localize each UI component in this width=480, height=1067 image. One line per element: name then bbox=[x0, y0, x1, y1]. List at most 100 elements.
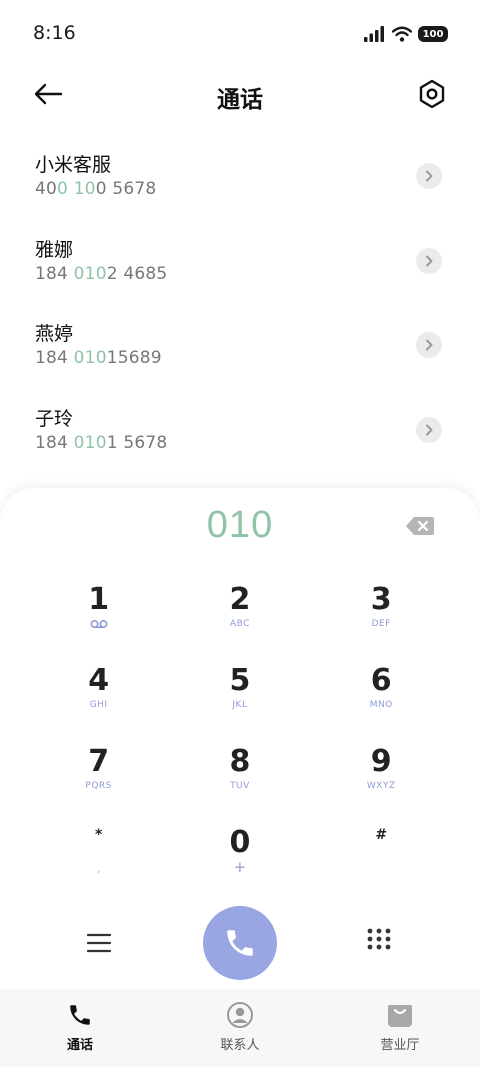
key-8[interactable]: 8 TUV bbox=[169, 738, 310, 819]
key-digit: 9 bbox=[370, 744, 392, 779]
voicemail-icon bbox=[28, 619, 169, 631]
key-letters: GHI bbox=[89, 700, 108, 710]
menu-button[interactable] bbox=[84, 928, 114, 958]
key-digit: 4 bbox=[88, 663, 110, 698]
key-letters: DEF bbox=[371, 619, 391, 629]
backspace-button[interactable] bbox=[404, 514, 436, 538]
number-segment: 2 4685 bbox=[106, 263, 168, 284]
bag-icon bbox=[388, 1005, 412, 1027]
key-4[interactable]: 4 GHI bbox=[28, 657, 169, 738]
key-digit: 3 bbox=[370, 582, 392, 617]
nav-label-contacts: 联系人 bbox=[220, 1038, 260, 1053]
contact-row[interactable]: 雅娜 184 0102 4685 bbox=[0, 218, 480, 303]
call-button[interactable] bbox=[203, 906, 277, 980]
dial-panel: 010 1 2 ABC 3 DEF 4 GHI 5 JKL 6 MNO 7 PQRS 8 TUV 9 WXYZ *… bbox=[0, 488, 480, 1067]
number-segment: 184 bbox=[35, 433, 74, 454]
chevron-right-icon bbox=[426, 424, 433, 436]
key-digit: 5 bbox=[229, 663, 251, 698]
status-icons: 100 bbox=[364, 24, 448, 44]
key-digit: 8 bbox=[229, 744, 251, 779]
dialpad-grid-icon bbox=[367, 928, 391, 955]
contact-detail-button[interactable] bbox=[416, 332, 442, 359]
chevron-right-icon bbox=[426, 170, 433, 182]
contact-list: 小米客服 400 100 5678 雅娜 184 0102 4685 燕婷 184 010… bbox=[0, 133, 480, 472]
phone-icon bbox=[227, 930, 253, 956]
status-bar: 8:16 100 bbox=[0, 0, 480, 66]
key-digit: 1 bbox=[88, 582, 110, 617]
settings-button[interactable] bbox=[416, 76, 448, 112]
contact-detail-button[interactable] bbox=[416, 247, 442, 274]
key-letters: TUV bbox=[230, 781, 250, 791]
contact-row[interactable]: 小米客服 400 100 5678 bbox=[0, 133, 480, 218]
contact-detail-button[interactable] bbox=[416, 163, 442, 189]
phone-icon bbox=[70, 1005, 90, 1025]
page-title: 通话 bbox=[217, 87, 263, 113]
key-hash[interactable]: # bbox=[311, 819, 452, 900]
contact-name: 子玲 bbox=[35, 408, 74, 431]
number-match-segment: 0 bbox=[57, 179, 69, 199]
key-5[interactable]: 5 JKL bbox=[169, 657, 310, 738]
contact-detail-button[interactable] bbox=[416, 417, 442, 444]
contact-number: 400 100 5678 bbox=[35, 179, 156, 199]
backspace-icon bbox=[406, 517, 434, 535]
key-sub-label: , bbox=[97, 865, 101, 875]
key-letters: ABC bbox=[229, 619, 250, 629]
nav-label-service-hall: 营业厅 bbox=[380, 1038, 420, 1053]
key-letters: JKL bbox=[232, 700, 248, 710]
key-digit: 6 bbox=[370, 663, 392, 698]
status-time: 8:16 bbox=[33, 22, 76, 44]
number-match-segment: 010 bbox=[73, 263, 107, 284]
key-1[interactable]: 1 bbox=[28, 576, 169, 657]
hexagon-settings-icon bbox=[419, 79, 445, 109]
key-3[interactable]: 3 DEF bbox=[311, 576, 452, 657]
keypad-row: 7 PQRS 8 TUV 9 WXYZ bbox=[28, 738, 452, 819]
key-7[interactable]: 7 PQRS bbox=[28, 738, 169, 819]
key-0[interactable]: 0 + bbox=[169, 819, 310, 900]
key-digit: 7 bbox=[88, 744, 110, 779]
number-segment: 15689 bbox=[106, 348, 162, 369]
battery-icon: 100 bbox=[418, 26, 448, 42]
header: 通话 bbox=[0, 66, 480, 124]
key-2[interactable]: 2 ABC bbox=[169, 576, 310, 657]
contact-row[interactable]: 燕婷 184 01015689 bbox=[0, 302, 480, 387]
contact-number: 184 0102 4685 bbox=[35, 264, 167, 284]
number-match-segment: 010 bbox=[73, 348, 107, 369]
contact-name: 雅娜 bbox=[35, 238, 74, 261]
contact-row[interactable]: 子玲 184 0101 5678 bbox=[0, 387, 480, 472]
keypad-row: *, 0 + # bbox=[28, 819, 452, 900]
bottom-nav: 通话 联系人 营业厅 bbox=[0, 989, 480, 1067]
key-digit: * bbox=[94, 827, 103, 843]
nav-item-calls[interactable]: 通话 bbox=[0, 989, 160, 1067]
number-segment: 1 5678 bbox=[106, 433, 168, 454]
contact-name: 小米客服 bbox=[35, 154, 112, 176]
key-9[interactable]: 9 WXYZ bbox=[311, 738, 452, 819]
keypad-toggle-button[interactable] bbox=[364, 926, 394, 956]
nav-label-calls: 通话 bbox=[66, 1038, 93, 1053]
key-digit: 2 bbox=[229, 582, 251, 617]
key-letters: MNO bbox=[369, 700, 393, 710]
menu-icon bbox=[86, 933, 112, 953]
number-segment: 184 bbox=[35, 263, 74, 284]
chevron-right-icon bbox=[426, 339, 433, 351]
contact-number: 184 0101 5678 bbox=[35, 433, 167, 453]
key-letters: PQRS bbox=[85, 781, 112, 791]
signal-icon bbox=[364, 26, 384, 42]
key-sub-label: + bbox=[233, 858, 247, 876]
nav-item-contacts[interactable]: 联系人 bbox=[160, 989, 320, 1067]
keypad-row: 4 GHI 5 JKL 6 MNO bbox=[28, 657, 452, 738]
contact-name: 燕婷 bbox=[35, 323, 74, 346]
contact-number: 184 01015689 bbox=[35, 348, 162, 368]
person-icon bbox=[227, 1002, 253, 1028]
wifi-icon bbox=[392, 26, 412, 42]
key-digit: # bbox=[375, 827, 388, 843]
number-segment: 40 bbox=[35, 179, 58, 199]
number-segment: 0 5678 bbox=[95, 179, 157, 199]
keypad: 1 2 ABC 3 DEF 4 GHI 5 JKL 6 MNO 7 PQRS 8 TUV 9 WXYZ *, 0 + # bbox=[28, 576, 452, 900]
key-star[interactable]: *, bbox=[28, 819, 169, 900]
number-match-segment: 010 bbox=[73, 433, 107, 454]
number-match-segment: 10 bbox=[73, 179, 96, 199]
key-digit: 0 bbox=[229, 825, 251, 860]
key-6[interactable]: 6 MNO bbox=[311, 657, 452, 738]
nav-item-service-hall[interactable]: 营业厅 bbox=[320, 989, 480, 1067]
number-segment: 184 bbox=[35, 348, 74, 369]
